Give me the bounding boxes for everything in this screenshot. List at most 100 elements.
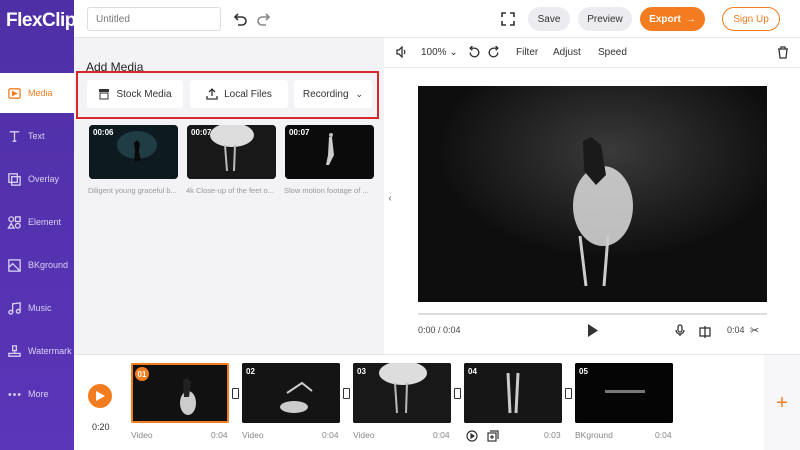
microphone-icon[interactable]: [675, 324, 685, 342]
timeline-clip[interactable]: 04: [464, 363, 562, 423]
text-icon: [6, 128, 22, 144]
clip-duration: 0:04: [322, 430, 339, 440]
music-icon: [6, 300, 22, 316]
clip-label: BKground: [575, 430, 613, 440]
sidebar-item-bkground[interactable]: BKground: [0, 245, 74, 285]
element-icon: [6, 214, 22, 230]
clip-duration: 0:04: [211, 430, 228, 440]
sidebar-item-overlay[interactable]: Overlay: [0, 159, 74, 199]
preview-area: 100% ⌄ Filter Adjust Speed 0:00 / 0:04 0…: [384, 38, 800, 354]
timeline-clip[interactable]: 02: [242, 363, 340, 423]
upload-icon: [206, 88, 218, 100]
save-button[interactable]: Save: [528, 7, 570, 31]
zoom-select[interactable]: 100% ⌄: [421, 47, 458, 58]
plus-icon: +: [776, 391, 788, 414]
watermark-icon: [6, 343, 22, 359]
collapse-panel-button[interactable]: ‹: [384, 178, 396, 218]
store-icon: [99, 89, 110, 100]
fullscreen-icon[interactable]: [500, 11, 516, 27]
split-icon[interactable]: [699, 325, 711, 343]
sidebar-item-label: Music: [28, 303, 52, 313]
media-thumb[interactable]: 00:07: [187, 125, 276, 179]
thumb-caption: Slow motion footage of ...: [284, 186, 369, 195]
speed-button[interactable]: Speed: [598, 47, 627, 58]
undo-icon[interactable]: [232, 11, 248, 27]
scissors-icon[interactable]: ✂: [750, 324, 759, 337]
media-icon: [6, 85, 22, 101]
arrow-right-icon: →: [685, 13, 696, 25]
signup-button[interactable]: Sign Up: [722, 7, 780, 31]
sidebar-item-label: Element: [28, 217, 62, 227]
filter-button[interactable]: Filter: [516, 47, 538, 58]
transition-button[interactable]: [343, 388, 350, 399]
rotate-right-icon[interactable]: [487, 45, 500, 62]
sidebar-item-label: Watermark: [28, 346, 72, 356]
top-bar: Save Preview Export→ Sign Up: [74, 0, 800, 38]
export-button[interactable]: Export →: [640, 7, 705, 31]
media-thumb[interactable]: 00:06: [89, 125, 178, 179]
thumb-caption: 4k Close-up of the feet o...: [186, 186, 274, 195]
more-icon: [6, 386, 22, 402]
thumb-caption: Diligent young graceful b...: [88, 186, 177, 195]
adjust-button[interactable]: Adjust: [553, 47, 581, 58]
overlay-icon: [6, 171, 22, 187]
clip-thumbnail: [242, 363, 340, 423]
sidebar-item-music[interactable]: Music: [0, 288, 74, 328]
local-files-button[interactable]: Local Files: [190, 80, 288, 108]
sidebar-item-label: Text: [28, 131, 45, 141]
media-panel: Add Media Stock Media Local Files Record…: [74, 38, 384, 354]
trash-icon[interactable]: [777, 46, 789, 62]
timeline: 0:20 01 Video 0:04 02 Video 0:04 03 Vide…: [74, 354, 800, 450]
clip-duration: 0:04: [433, 430, 450, 440]
sidebar-item-media[interactable]: Media: [0, 73, 74, 113]
volume-icon[interactable]: [396, 45, 408, 61]
transition-button[interactable]: [454, 388, 461, 399]
flexclip-logo[interactable]: FlexClip: [6, 10, 76, 32]
preview-toolbar: 100% ⌄ Filter Adjust Speed: [384, 38, 800, 68]
sidebar-item-element[interactable]: Element: [0, 202, 74, 242]
project-title-input[interactable]: [87, 7, 221, 31]
background-icon: [6, 257, 22, 273]
clip-thumbnail: [353, 363, 451, 423]
video-preview[interactable]: [418, 86, 767, 302]
add-clip-button[interactable]: +: [764, 355, 800, 450]
stock-media-button[interactable]: Stock Media: [87, 80, 183, 108]
rotate-left-icon[interactable]: [468, 45, 481, 62]
clip-label: Video: [353, 430, 375, 440]
clip-label: Video: [131, 430, 153, 440]
video-progress-bar[interactable]: [418, 313, 767, 315]
transition-button[interactable]: [232, 388, 239, 399]
redo-icon[interactable]: [256, 11, 272, 27]
timeline-clip[interactable]: 03: [353, 363, 451, 423]
timeline-play-button[interactable]: [88, 384, 112, 408]
preview-button[interactable]: Preview: [578, 7, 632, 31]
chevron-down-icon: ⌄: [355, 88, 364, 99]
play-icon[interactable]: [587, 324, 599, 342]
clip-duration: 0:04: [727, 325, 745, 335]
sidebar-item-label: More: [28, 389, 49, 399]
current-time: 0:00 / 0:04: [418, 325, 461, 335]
sidebar: FlexClip Media Text Overlay Element BKgr…: [0, 0, 76, 450]
add-layer-icon[interactable]: [487, 429, 499, 447]
clip-thumbnail: [575, 363, 673, 423]
sidebar-item-label: Overlay: [28, 174, 60, 184]
clip-thumbnail: [464, 363, 562, 423]
sidebar-item-more[interactable]: More: [0, 374, 74, 414]
play-icon: [95, 391, 105, 401]
recording-dropdown[interactable]: Recording ⌄: [294, 80, 372, 108]
sidebar-item-watermark[interactable]: Watermark: [0, 331, 74, 371]
media-thumb[interactable]: 00:07: [285, 125, 374, 179]
sidebar-item-text[interactable]: Text: [0, 116, 74, 156]
sidebar-item-label: BKground: [28, 260, 69, 270]
total-time: 0:20: [92, 422, 110, 432]
clip-label: Video: [242, 430, 264, 440]
chevron-left-icon: ‹: [388, 192, 392, 204]
clip-duration: 0:04: [655, 430, 672, 440]
timeline-clip[interactable]: 05: [575, 363, 673, 423]
video-image: [418, 86, 767, 302]
clip-duration: 0:03: [544, 430, 561, 440]
sidebar-item-label: Media: [28, 88, 53, 98]
timeline-clip[interactable]: 01: [131, 363, 229, 423]
transition-button[interactable]: [565, 388, 572, 399]
play-circle-icon[interactable]: [466, 429, 478, 447]
